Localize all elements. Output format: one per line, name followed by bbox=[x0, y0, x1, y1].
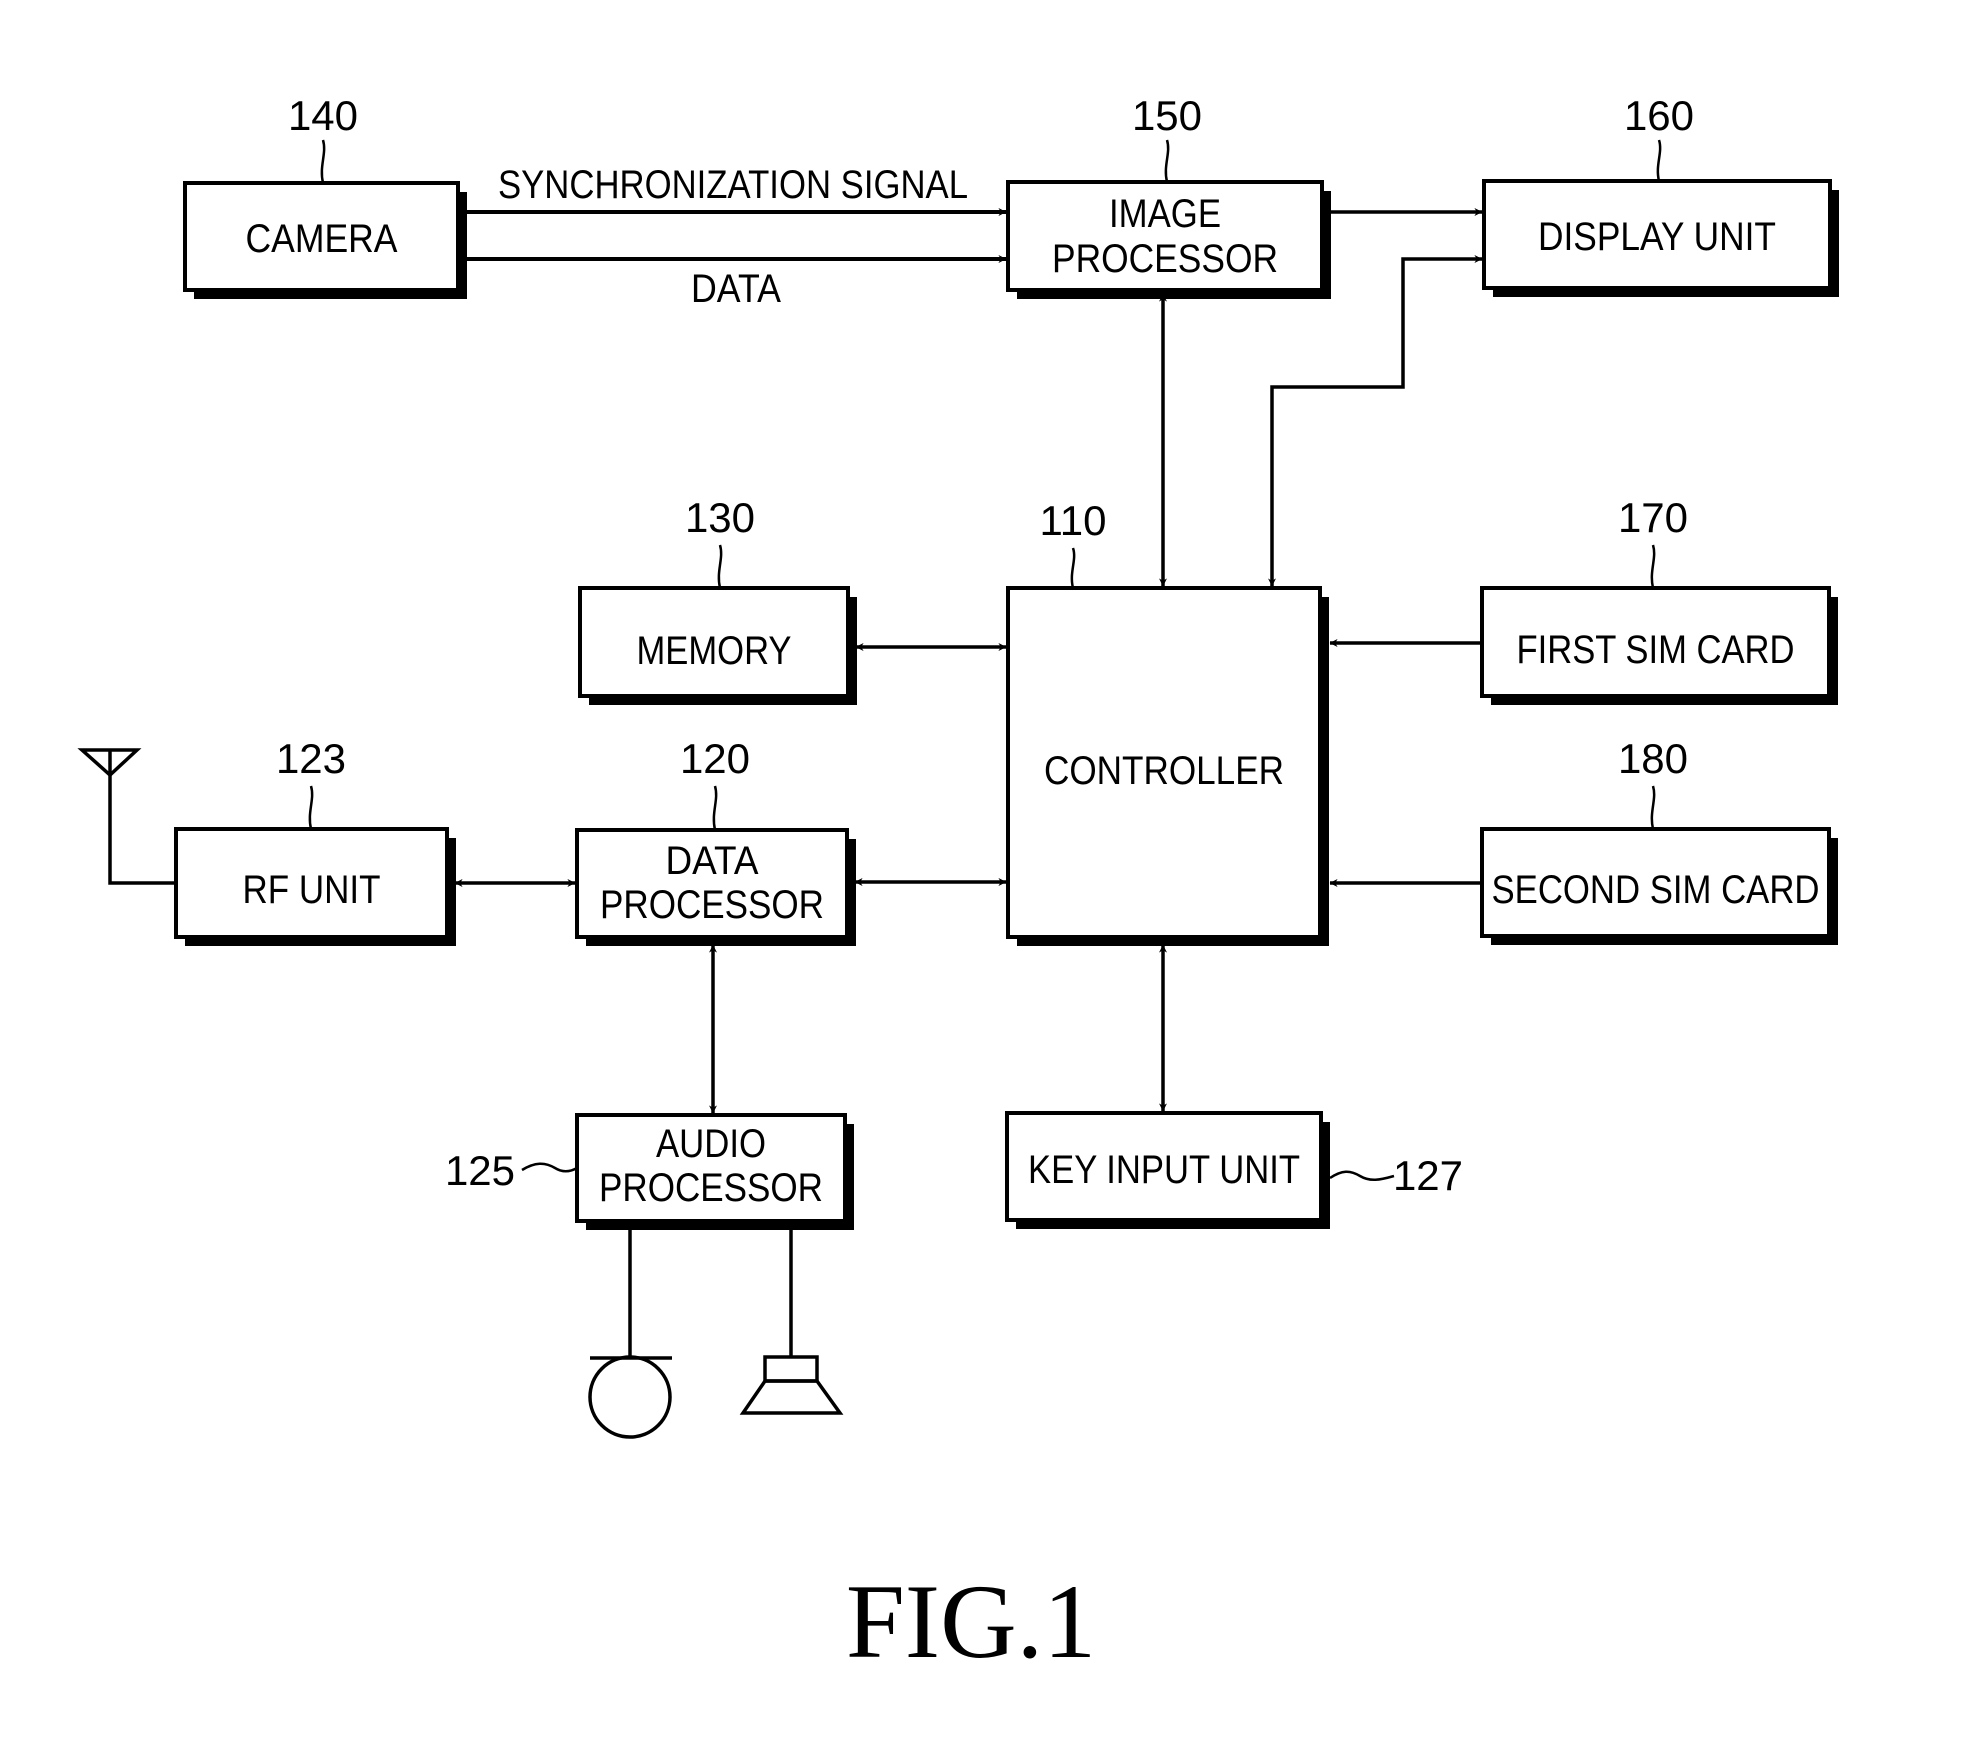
memory-ref: 130 bbox=[685, 494, 755, 541]
key-input-unit-label: KEY INPUT UNIT bbox=[1028, 1148, 1300, 1192]
first-sim-card-ref: 170 bbox=[1618, 494, 1688, 541]
display-unit-block: DISPLAY UNIT 160 bbox=[1482, 92, 1839, 297]
memory-label: MEMORY bbox=[637, 629, 792, 673]
key-input-unit-ref: 127 bbox=[1393, 1152, 1463, 1199]
audio-processor-label: AUDIO bbox=[656, 1122, 766, 1166]
controller-leader bbox=[1070, 547, 1076, 589]
data-signal-label: DATA bbox=[691, 267, 781, 311]
memory-leader bbox=[717, 544, 723, 589]
controller-label: CONTROLLER bbox=[1044, 749, 1284, 793]
controller-ref: 110 bbox=[1040, 497, 1107, 544]
microphone-icon bbox=[588, 1230, 672, 1439]
rf-unit-label: RF UNIT bbox=[243, 868, 381, 912]
camera-block: CAMERA 140 bbox=[183, 92, 467, 299]
rf-unit-leader bbox=[308, 785, 314, 830]
controller-to-display-arrow bbox=[1268, 255, 1483, 587]
speaker-icon bbox=[739, 1230, 844, 1415]
image-processor-ref: 150 bbox=[1132, 92, 1202, 139]
display-unit-leader bbox=[1656, 139, 1662, 182]
sync-signal-label: SYNCHRONIZATION SIGNAL bbox=[498, 163, 968, 207]
key-input-unit-leader bbox=[1329, 1170, 1395, 1181]
data-processor-label: DATA bbox=[666, 839, 759, 883]
audio-processor-label: PROCESSOR bbox=[599, 1166, 823, 1210]
data-processor-label: PROCESSOR bbox=[600, 883, 824, 927]
data-processor-block: DATAPROCESSOR 120 bbox=[575, 735, 856, 946]
second-sim-card-label: SECOND SIM CARD bbox=[1492, 868, 1820, 912]
rf-unit-ref: 123 bbox=[276, 735, 346, 782]
display-unit-ref: 160 bbox=[1624, 92, 1694, 139]
camera-label: CAMERA bbox=[246, 217, 398, 261]
camera-ref: 140 bbox=[288, 92, 358, 139]
audio-processor-leader bbox=[521, 1162, 578, 1173]
audio-processor-ref: 125 bbox=[445, 1147, 515, 1194]
block-diagram: CAMERA140IMAGEPROCESSOR150DISPLAY UNIT16… bbox=[77, 92, 1839, 1680]
image-processor-label: IMAGE bbox=[1109, 192, 1221, 236]
camera-leader bbox=[320, 139, 326, 184]
figure-caption: FIG.1 bbox=[846, 1563, 1096, 1680]
second-sim-card-block: SECOND SIM CARD 180 bbox=[1480, 735, 1838, 945]
antenna-icon bbox=[77, 748, 176, 885]
first-sim-card-leader bbox=[1650, 544, 1656, 589]
rf-unit-block: RF UNIT 123 bbox=[174, 735, 456, 946]
data-processor-ref: 120 bbox=[680, 735, 750, 782]
image-processor-leader bbox=[1164, 139, 1170, 183]
memory-block: MEMORY 130 bbox=[578, 494, 857, 705]
audio-processor-block: AUDIOPROCESSOR 125 bbox=[445, 1113, 854, 1230]
data-processor-leader bbox=[712, 785, 718, 831]
image-processor-block: IMAGEPROCESSOR 150 bbox=[1006, 92, 1331, 299]
second-sim-card-ref: 180 bbox=[1618, 735, 1688, 782]
controller-block: CONTROLLER 110 bbox=[1006, 497, 1329, 946]
display-unit-label: DISPLAY UNIT bbox=[1538, 215, 1776, 259]
second-sim-card-leader bbox=[1650, 785, 1656, 830]
first-sim-card-block: FIRST SIM CARD 170 bbox=[1480, 494, 1838, 705]
key-input-unit-block: KEY INPUT UNIT 127 bbox=[1005, 1111, 1463, 1229]
image-processor-label: PROCESSOR bbox=[1052, 237, 1278, 281]
first-sim-card-label: FIRST SIM CARD bbox=[1517, 628, 1795, 672]
